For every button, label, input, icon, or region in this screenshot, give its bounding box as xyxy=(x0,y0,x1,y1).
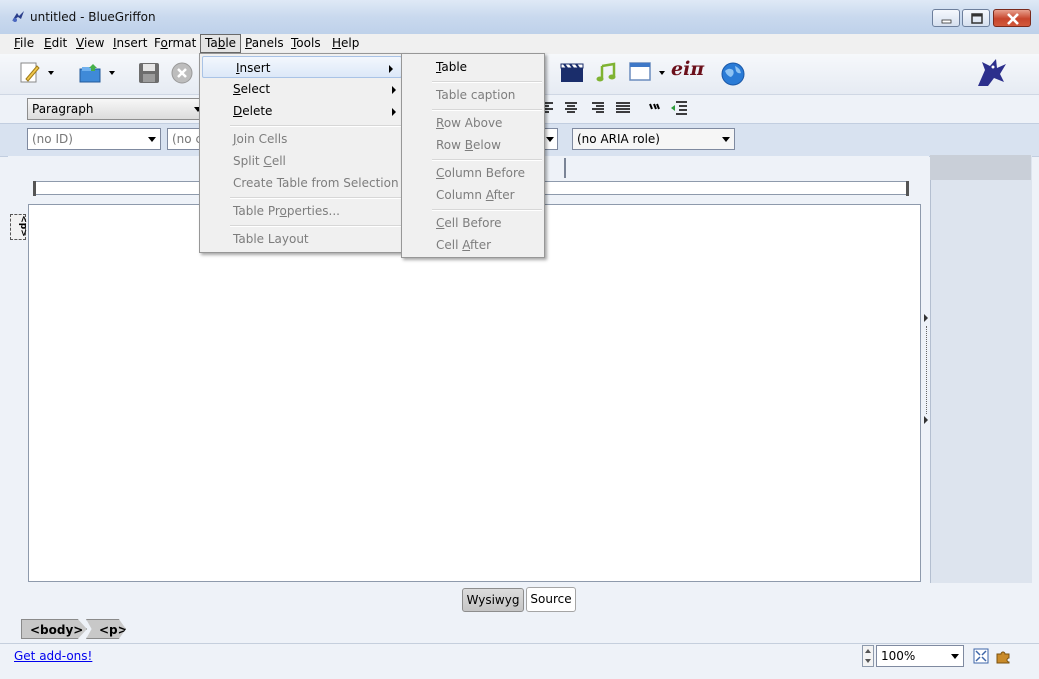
get-addons-link[interactable]: Get add-ons! xyxy=(14,649,92,663)
table-menu-item-split-cell[interactable]: Split Cell xyxy=(200,150,404,172)
breadcrumb-body[interactable]: <body> xyxy=(21,619,87,639)
save-icon[interactable] xyxy=(137,61,161,85)
ruler-right-margin-handle[interactable] xyxy=(906,181,909,196)
menu-separator xyxy=(230,197,402,199)
stop-icon[interactable] xyxy=(170,61,194,85)
insert-submenu-item-table-caption[interactable]: Table caption xyxy=(402,84,544,106)
menu-insert[interactable]: Insert xyxy=(109,35,151,52)
menu-file[interactable]: File xyxy=(10,35,38,52)
paragraph-format-value: Paragraph xyxy=(32,102,94,116)
splitter-collapse-icon[interactable] xyxy=(924,416,928,424)
breadcrumb-p[interactable]: <p> xyxy=(86,619,126,639)
insert-submenu-item-table[interactable]: Table xyxy=(402,56,544,78)
blockquote-icon[interactable] xyxy=(648,101,662,113)
menu-view[interactable]: View xyxy=(72,35,108,52)
insert-submenu-item-row-below[interactable]: Row Below xyxy=(402,134,544,156)
globe-icon[interactable] xyxy=(720,61,746,87)
id-select-value: (no ID) xyxy=(32,132,73,146)
insert-submenu-item-row-above[interactable]: Row Above xyxy=(402,112,544,134)
new-document-dropdown-icon[interactable] xyxy=(48,71,54,75)
window-title: untitled - BlueGriffon xyxy=(30,10,156,24)
close-button[interactable] xyxy=(993,9,1031,27)
splitter-expand-icon[interactable] xyxy=(924,314,928,322)
zoom-spinner[interactable] xyxy=(862,645,874,667)
insert-submenu-item-column-before[interactable]: Column Before xyxy=(402,162,544,184)
video-icon[interactable] xyxy=(560,62,584,84)
aria-role-select[interactable]: (no ARIA role) xyxy=(572,128,735,150)
insert-submenu-item-column-after[interactable]: Column After xyxy=(402,184,544,206)
audio-icon[interactable] xyxy=(595,62,617,84)
menu-separator xyxy=(432,109,542,111)
class-select[interactable]: (no c xyxy=(167,128,203,150)
submenu-arrow-icon xyxy=(389,65,393,73)
insert-submenu: Table Table caption Row Above Row Below … xyxy=(401,53,545,258)
table-menu-item-delete[interactable]: Delete xyxy=(200,100,404,122)
menu-tools[interactable]: Tools xyxy=(287,35,325,52)
table-menu-item-insert[interactable]: Insert xyxy=(202,56,402,78)
insert-submenu-item-cell-before[interactable]: Cell Before xyxy=(402,212,544,234)
tab-source[interactable]: Source xyxy=(526,587,576,612)
paragraph-tag-marker[interactable]: <p> xyxy=(10,214,28,240)
align-center-icon[interactable] xyxy=(564,102,578,114)
menu-format[interactable]: Format xyxy=(150,35,200,52)
form-icon[interactable] xyxy=(629,62,651,82)
maximize-button[interactable] xyxy=(962,9,990,27)
paragraph-tag-label: <p> xyxy=(17,215,28,237)
table-menu-item-table-layout[interactable]: Table Layout xyxy=(200,228,404,250)
fullscreen-icon[interactable] xyxy=(973,648,989,664)
bluegriffon-logo-icon xyxy=(970,56,1010,90)
aria-role-value: (no ARIA role) xyxy=(577,132,660,146)
side-panel-header xyxy=(930,155,1031,180)
side-panel xyxy=(930,155,1032,583)
insert-submenu-item-cell-after[interactable]: Cell After xyxy=(402,234,544,256)
math-icon[interactable]: eiπ xyxy=(671,58,704,80)
new-document-icon[interactable] xyxy=(18,61,42,85)
table-menu-item-table-properties[interactable]: Table Properties... xyxy=(200,200,404,222)
table-menu: Insert Select Delete Join Cells Split Ce… xyxy=(199,53,405,253)
title-bar xyxy=(0,0,1039,35)
editor-canvas[interactable] xyxy=(28,204,921,582)
form-dropdown-icon[interactable] xyxy=(659,71,665,75)
minimize-button[interactable] xyxy=(932,9,960,27)
align-justify-icon[interactable] xyxy=(616,102,630,114)
id-select[interactable]: (no ID) xyxy=(27,128,161,150)
menu-help[interactable]: Help xyxy=(328,35,363,52)
menu-separator xyxy=(432,81,542,83)
table-menu-item-create-table-from-selection[interactable]: Create Table from Selection xyxy=(200,172,404,194)
ruler-divider xyxy=(564,158,566,178)
menu-separator xyxy=(432,159,542,161)
ruler-left-margin-handle[interactable] xyxy=(33,181,36,196)
menu-table[interactable]: Table xyxy=(200,34,242,53)
bluegriffon-app-icon xyxy=(10,9,26,25)
submenu-arrow-icon xyxy=(392,108,396,116)
menu-separator xyxy=(432,209,542,211)
class-select-value: (no c xyxy=(172,132,203,146)
tab-wysiwyg[interactable]: Wysiwyg xyxy=(462,588,524,612)
table-menu-item-join-cells[interactable]: Join Cells xyxy=(200,128,404,150)
menu-panels[interactable]: Panels xyxy=(241,35,288,52)
splitter-grip[interactable] xyxy=(926,326,928,414)
table-menu-item-select[interactable]: Select xyxy=(200,78,404,100)
open-document-icon[interactable] xyxy=(78,61,102,85)
zoom-select[interactable]: 100% xyxy=(876,645,964,667)
zoom-value: 100% xyxy=(881,649,916,663)
menu-separator xyxy=(230,225,402,227)
open-dropdown-icon[interactable] xyxy=(109,71,115,75)
addon-puzzle-icon[interactable] xyxy=(995,648,1011,664)
outdent-icon[interactable] xyxy=(670,101,688,115)
submenu-arrow-icon xyxy=(392,86,396,94)
menu-separator xyxy=(230,125,402,127)
paragraph-format-select[interactable]: Paragraph xyxy=(27,98,207,120)
menu-edit[interactable]: Edit xyxy=(40,35,71,52)
align-right-icon[interactable] xyxy=(590,102,604,114)
